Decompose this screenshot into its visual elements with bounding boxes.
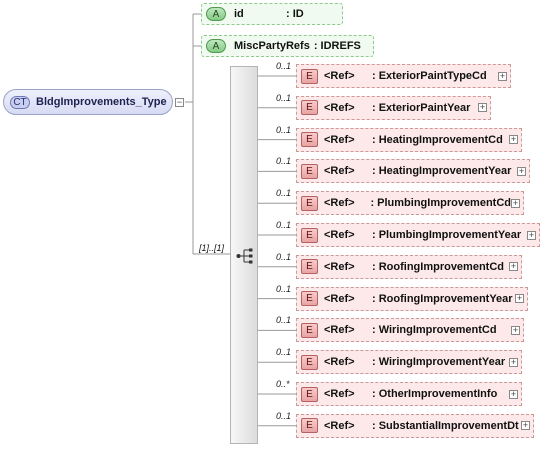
element-node[interactable]: E <Ref> : SubstantialImprovementDt + <box>296 413 534 438</box>
attribute-badge: A <box>206 7 226 21</box>
element-node[interactable]: E <Ref> : RoofingImprovementCd + <box>296 254 522 279</box>
element-name: : RoofingImprovementCd <box>372 260 504 273</box>
element-ref: <Ref> <box>324 101 355 114</box>
element-node[interactable]: E <Ref> : RoofingImprovementYear + <box>296 286 528 311</box>
expand-icon[interactable]: + <box>511 198 520 208</box>
element-name: : SubstantialImprovementDt <box>372 419 519 432</box>
element-badge: E <box>301 163 318 179</box>
element-occurrence: 0..1 <box>276 347 292 358</box>
element-name: : PlumbingImprovementCd <box>370 197 511 210</box>
element-ref: <Ref> <box>324 70 355 82</box>
element-occurrence: 0..1 <box>276 92 292 103</box>
complex-type-badge: CT <box>10 95 30 109</box>
element-node[interactable]: E <Ref> : ExteriorPaintYear + <box>296 95 491 120</box>
element-badge: E <box>301 291 318 307</box>
expand-icon[interactable]: + <box>498 71 507 81</box>
expand-icon[interactable]: + <box>521 421 530 431</box>
element-name: : PlumbingImprovementYear <box>372 229 522 241</box>
element-badge: E <box>301 227 318 243</box>
element-occurrence: 0..1 <box>276 156 292 167</box>
expand-icon[interactable]: + <box>515 294 524 304</box>
element-node[interactable]: E <Ref> : PlumbingImprovementCd + <box>296 191 524 216</box>
element-occurrence: 0..1 <box>276 124 292 135</box>
expand-icon[interactable]: + <box>511 325 520 335</box>
element-ref: <Ref> <box>324 324 355 337</box>
element-occurrence: 0..1 <box>276 220 292 230</box>
element-occurrence: 0..1 <box>276 188 292 199</box>
element-occurrence: 0..1 <box>276 251 292 262</box>
element-badge: E <box>301 418 318 434</box>
sequence-occurrence: [1]..[1] <box>199 243 225 253</box>
attribute-name: MiscPartyRefs <box>234 40 310 52</box>
expand-icon[interactable]: + <box>517 166 526 176</box>
element-node[interactable]: E <Ref> : WiringImprovementCd + <box>296 318 524 343</box>
element-ref: <Ref> <box>324 292 355 305</box>
collapse-icon[interactable]: − <box>175 98 184 107</box>
attribute-type: : ID <box>286 8 304 20</box>
element-name: : WiringImprovementYear <box>372 356 506 369</box>
element-name: : HeatingImprovementCd <box>372 133 503 146</box>
attribute-id[interactable]: A id : ID <box>201 3 343 25</box>
element-badge: E <box>301 195 318 211</box>
element-ref: <Ref> <box>324 165 355 178</box>
complex-type-name: BldgImprovements_Type <box>36 96 167 108</box>
element-occurrence: 0..1 <box>276 315 292 326</box>
expand-icon[interactable]: + <box>527 230 536 240</box>
attribute-name: id <box>234 8 244 20</box>
element-ref: <Ref> <box>324 229 355 241</box>
element-node[interactable]: E <Ref> : ExteriorPaintTypeCd + <box>296 64 511 88</box>
element-node[interactable]: E <Ref> : PlumbingImprovementYear + <box>296 223 540 247</box>
element-occurrence: 0..* <box>276 379 290 389</box>
expand-icon[interactable]: + <box>509 262 518 272</box>
element-name: : RoofingImprovementYear <box>372 292 513 305</box>
element-occurrence: 0..1 <box>276 283 292 294</box>
element-ref: <Ref> <box>324 388 355 400</box>
element-badge: E <box>301 259 318 275</box>
element-name: : HeatingImprovementYear <box>372 165 512 178</box>
element-badge: E <box>301 386 318 402</box>
sequence-icon[interactable] <box>236 247 254 265</box>
attribute-badge: A <box>206 39 226 53</box>
attribute-type: : IDREFS <box>313 40 361 52</box>
element-ref: <Ref> <box>324 260 355 273</box>
element-occurrence: 0..1 <box>276 410 292 421</box>
element-badge: E <box>301 354 318 370</box>
element-badge: E <box>301 322 318 338</box>
expand-icon[interactable]: + <box>509 357 518 367</box>
element-node[interactable]: E <Ref> : OtherImprovementInfo + <box>296 382 522 406</box>
element-name: : ExteriorPaintTypeCd <box>372 70 487 82</box>
element-name: : WiringImprovementCd <box>372 324 497 337</box>
attribute-miscpartyrefs[interactable]: A MiscPartyRefs : IDREFS <box>201 35 374 57</box>
element-name: : OtherImprovementInfo <box>372 388 498 400</box>
element-node[interactable]: E <Ref> : HeatingImprovementCd + <box>296 127 522 152</box>
element-badge: E <box>301 68 318 84</box>
element-name: : ExteriorPaintYear <box>372 101 471 114</box>
expand-icon[interactable]: + <box>509 389 518 399</box>
element-badge: E <box>301 132 318 148</box>
element-ref: <Ref> <box>324 197 355 210</box>
expand-icon[interactable]: + <box>478 103 487 113</box>
complex-type-node[interactable]: CT BldgImprovements_Type − <box>3 89 184 115</box>
element-ref: <Ref> <box>324 356 355 369</box>
element-node[interactable]: E <Ref> : HeatingImprovementYear + <box>296 159 530 184</box>
element-badge: E <box>301 100 318 116</box>
expand-icon[interactable]: + <box>509 135 518 145</box>
element-ref: <Ref> <box>324 133 355 146</box>
element-occurrence: 0..1 <box>276 61 292 71</box>
element-node[interactable]: E <Ref> : WiringImprovementYear + <box>296 350 522 375</box>
element-ref: <Ref> <box>324 419 355 432</box>
